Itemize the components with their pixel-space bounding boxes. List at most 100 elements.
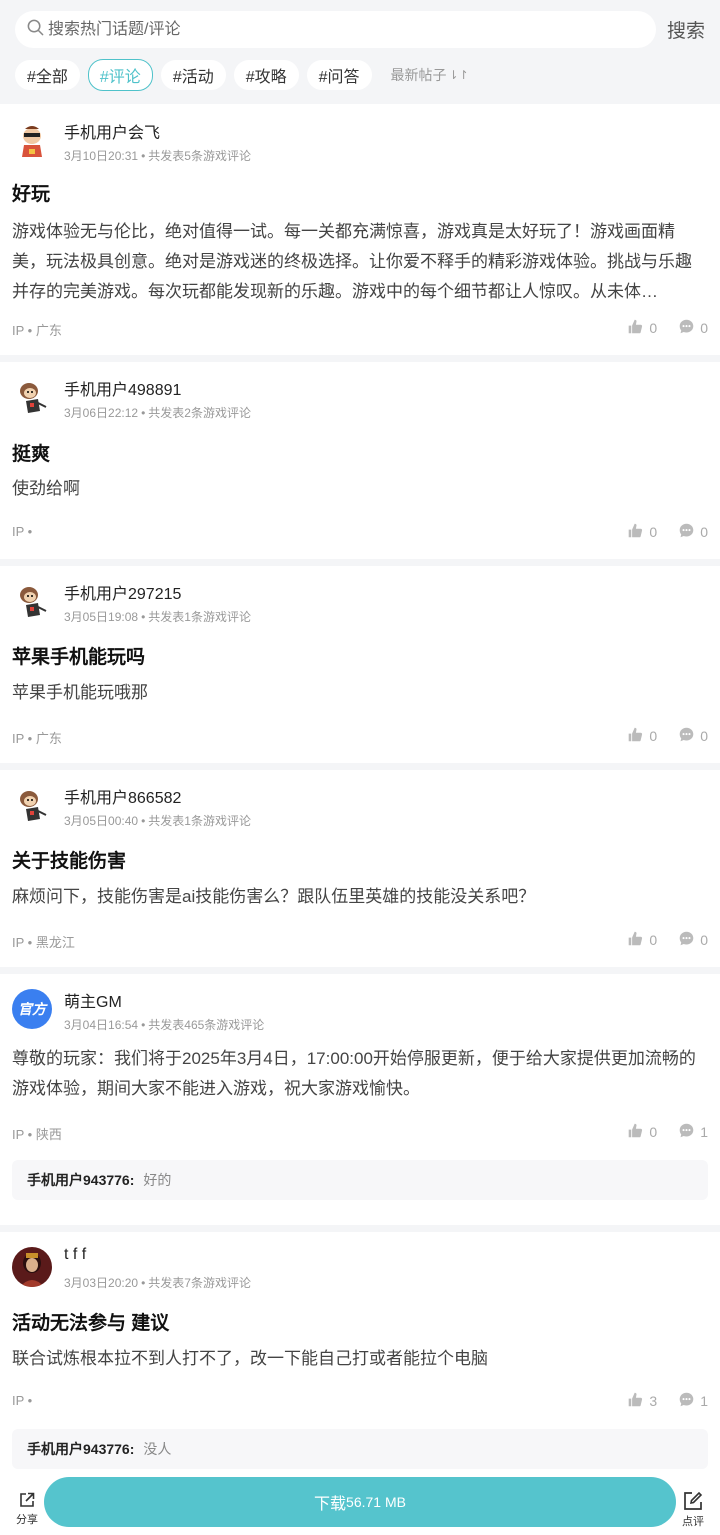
tab-guides[interactable]: #攻略 xyxy=(233,59,299,90)
comment-count: 0 xyxy=(700,524,708,540)
post-stats: 0 0 xyxy=(627,318,708,338)
avatar[interactable] xyxy=(12,377,52,417)
like-button[interactable]: 0 xyxy=(627,930,657,950)
comment-count: 0 xyxy=(700,728,708,744)
official-avatar[interactable]: 官方 xyxy=(12,989,52,1029)
bottom-action-bar: 分享 下载 56.71 MB 点评 xyxy=(0,1470,720,1535)
username[interactable]: 手机用户会飞 xyxy=(64,119,160,143)
like-button[interactable]: 0 xyxy=(627,522,657,542)
reply-preview[interactable]: 手机用户943776: 没人 xyxy=(12,1429,708,1469)
post-body: 使劲给啊 xyxy=(12,479,80,498)
username[interactable]: t f f xyxy=(64,1246,86,1264)
post-title: 活动无法参与 建议 xyxy=(12,1313,170,1334)
post-card[interactable]: 官方 萌主GM 3月04日16:54 • 共发表465条游戏评论 尊敬的玩家：我们将… xyxy=(0,974,720,1225)
username[interactable]: 手机用户498891 xyxy=(64,376,181,400)
like-count: 0 xyxy=(649,728,658,744)
comment-button[interactable]: 0 xyxy=(678,318,708,338)
post-meta: 3月05日19:08 • 共发表1条游戏评论 xyxy=(64,610,251,624)
comment-bubble-icon xyxy=(678,522,700,542)
avatar[interactable] xyxy=(12,1247,52,1287)
share-button[interactable]: 分享 xyxy=(12,1490,42,1527)
comment-bubble-icon xyxy=(678,318,700,338)
thumbs-up-icon xyxy=(627,930,649,950)
share-label: 分享 xyxy=(16,1514,38,1526)
post-title: 好玩 xyxy=(12,184,51,205)
post-stats: 3 1 xyxy=(627,1391,708,1411)
post-meta: 3月04日16:54 • 共发表465条游戏评论 xyxy=(64,1018,265,1032)
post-ip: IP • xyxy=(12,1393,33,1408)
post-count: 共发表465条游戏评论 xyxy=(148,1018,265,1032)
avatar[interactable] xyxy=(12,581,52,621)
comment-bubble-icon xyxy=(678,930,700,950)
like-button[interactable]: 0 xyxy=(627,726,657,746)
post-meta: 3月10日20:31 • 共发表5条游戏评论 xyxy=(64,149,251,163)
reply-preview[interactable]: 手机用户943776: 好的 xyxy=(12,1160,708,1200)
post-body: 尊敬的玩家：我们将于2025年3月4日，17:00:00开始停服更新，便于给大家… xyxy=(12,1049,696,1098)
sort-label: 最新帖子 xyxy=(390,66,447,83)
thumbs-up-icon xyxy=(627,1391,649,1411)
post-body: 苹果手机能玩哦那 xyxy=(12,683,148,702)
post-time: 3月03日20:20 xyxy=(64,1276,139,1290)
thumbs-up-icon xyxy=(627,318,649,338)
review-button[interactable]: 点评 xyxy=(678,1490,708,1529)
tab-reviews[interactable]: #评论 xyxy=(87,58,153,91)
search-input[interactable] xyxy=(48,14,608,45)
post-meta: 3月06日22:12 • 共发表2条游戏评论 xyxy=(64,406,251,420)
comment-button[interactable]: 1 xyxy=(678,1391,708,1411)
post-card[interactable]: 手机用户会飞 3月10日20:31 • 共发表5条游戏评论 好玩 游戏体验无与伦比，… xyxy=(0,104,720,355)
comment-button[interactable]: 0 xyxy=(678,930,708,950)
divider xyxy=(0,355,720,362)
post-card[interactable]: 手机用户297215 3月05日19:08 • 共发表1条游戏评论 苹果手机能玩吗 … xyxy=(0,566,720,763)
share-icon xyxy=(12,1490,42,1510)
post-stats: 0 0 xyxy=(627,726,708,746)
post-card[interactable]: t f f 3月03日20:20 • 共发表7条游戏评论 活动无法参与 建议 联合试… xyxy=(0,1232,720,1472)
post-card[interactable]: 手机用户866582 3月05日00:40 • 共发表1条游戏评论 关于技能伤害 麻… xyxy=(0,770,720,967)
post-title: 挺爽 xyxy=(12,444,51,465)
avatar[interactable] xyxy=(12,121,52,161)
post-meta: 3月05日00:40 • 共发表1条游戏评论 xyxy=(64,814,251,828)
reply-text: 没人 xyxy=(143,1441,172,1457)
like-count: 0 xyxy=(649,1124,658,1140)
comment-button[interactable]: 0 xyxy=(678,726,708,746)
download-button[interactable]: 下载 56.71 MB xyxy=(44,1477,676,1527)
like-count: 0 xyxy=(649,524,658,540)
post-card[interactable]: 手机用户498891 3月06日22:12 • 共发表2条游戏评论 挺爽 使劲给啊 … xyxy=(0,362,720,559)
reply-text: 好的 xyxy=(143,1172,172,1188)
comment-bubble-icon xyxy=(678,1122,700,1142)
username[interactable]: 手机用户866582 xyxy=(64,784,181,808)
header: 搜索 #全部 #评论 #活动 #攻略 #问答 最新帖子 ⇂↾ xyxy=(0,0,720,104)
avatar[interactable] xyxy=(12,785,52,825)
post-time: 3月06日22:12 xyxy=(64,406,139,420)
tab-all[interactable]: #全部 xyxy=(15,59,80,90)
divider xyxy=(0,1225,720,1232)
like-count: 3 xyxy=(649,1393,658,1409)
comment-button[interactable]: 1 xyxy=(678,1122,708,1142)
post-time: 3月05日19:08 xyxy=(64,610,139,624)
like-count: 0 xyxy=(649,320,658,336)
post-meta: 3月03日20:20 • 共发表7条游戏评论 xyxy=(64,1276,251,1290)
tab-events[interactable]: #活动 xyxy=(160,59,226,90)
like-button[interactable]: 0 xyxy=(627,318,657,338)
thumbs-up-icon xyxy=(627,522,649,542)
search-button[interactable]: 搜索 xyxy=(667,16,705,43)
sort-dropdown[interactable]: 最新帖子 ⇂↾ xyxy=(391,65,469,85)
official-badge-text: 官方 xyxy=(18,1001,46,1017)
post-count: 共发表5条游戏评论 xyxy=(148,149,251,163)
post-time: 3月05日00:40 xyxy=(64,814,139,828)
search-icon xyxy=(26,18,48,42)
like-button[interactable]: 3 xyxy=(627,1391,657,1411)
username[interactable]: 萌主GM xyxy=(64,988,122,1012)
post-ip: IP • 陕西 xyxy=(12,1127,62,1142)
search-bar[interactable] xyxy=(15,11,656,48)
username[interactable]: 手机用户297215 xyxy=(64,580,181,604)
post-time: 3月10日20:31 xyxy=(64,149,139,163)
tab-qa[interactable]: #问答 xyxy=(306,59,372,90)
comment-button[interactable]: 0 xyxy=(678,522,708,542)
divider xyxy=(0,967,720,974)
post-time: 3月04日16:54 xyxy=(64,1018,139,1032)
comment-bubble-icon xyxy=(678,1391,700,1411)
post-stats: 0 0 xyxy=(627,522,708,542)
thumbs-up-icon xyxy=(627,726,649,746)
topic-tabs: #全部 #评论 #活动 #攻略 #问答 最新帖子 ⇂↾ xyxy=(15,58,469,91)
like-button[interactable]: 0 xyxy=(627,1122,657,1142)
